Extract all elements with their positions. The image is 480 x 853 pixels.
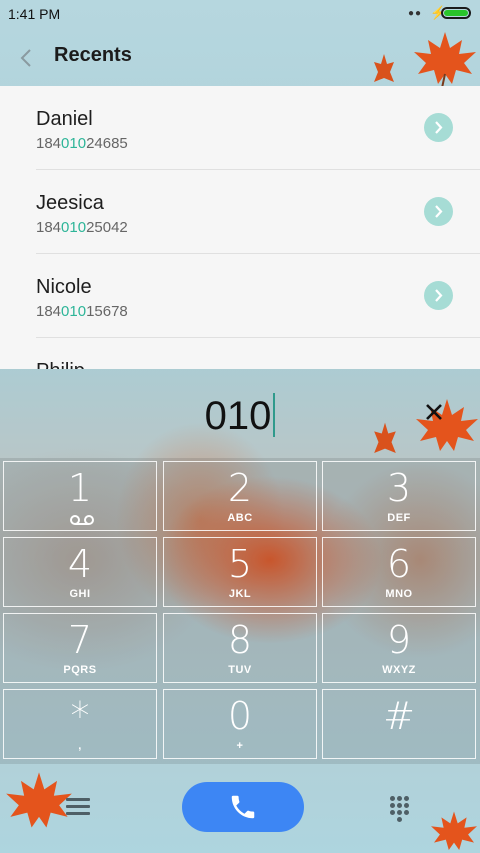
key-star[interactable]: * , xyxy=(3,689,157,759)
close-icon xyxy=(426,404,442,420)
signal-dots-icon: ●● xyxy=(408,8,423,19)
key-letters: ABC xyxy=(227,512,253,524)
key-digit: * xyxy=(70,694,90,738)
dialpad-toggle-button[interactable] xyxy=(388,794,412,822)
key-digit: 2 xyxy=(227,466,253,510)
contact-number: 18401025042 xyxy=(36,219,128,236)
key-digit: 9 xyxy=(386,618,412,662)
key-2[interactable]: 2 ABC xyxy=(163,461,317,531)
list-item-jeesica[interactable]: Jeesica 18401025042 xyxy=(0,170,480,254)
key-digit: 6 xyxy=(386,542,412,586)
key-letters: TUV xyxy=(228,664,252,676)
contact-detail-button[interactable] xyxy=(424,197,453,226)
dialpad: 1 2 ABC 3 DEF 4 GHI 5 JKL 6 MNO 7 PQRS 8… xyxy=(0,458,480,764)
page-title: Recents xyxy=(54,44,132,66)
bottom-bar xyxy=(0,764,480,853)
contact-name: Daniel xyxy=(36,108,93,130)
contact-number: 18401015678 xyxy=(36,303,128,320)
key-letters: PQRS xyxy=(63,664,97,676)
recents-list: Daniel 18401024685 Jeesica 18401025042 N… xyxy=(0,86,480,369)
key-letters: , xyxy=(78,740,82,752)
key-digit: # xyxy=(383,694,415,738)
list-item-daniel[interactable]: Daniel 18401024685 xyxy=(0,86,480,170)
key-digit: 0 xyxy=(227,694,253,738)
key-letters: JKL xyxy=(228,588,252,600)
number-match: 010 xyxy=(61,135,87,152)
status-time: 1:41 PM xyxy=(8,6,61,22)
contact-name: Jeesica xyxy=(36,192,104,214)
key-digit: 8 xyxy=(227,618,253,662)
key-digit: 7 xyxy=(67,618,93,662)
chevron-left-icon xyxy=(20,49,31,67)
phone-icon xyxy=(231,795,255,819)
app-header: Recents xyxy=(0,28,480,86)
number-prefix: 184 xyxy=(36,135,62,152)
key-letters: GHI xyxy=(69,588,91,600)
key-digit: 1 xyxy=(67,466,93,510)
contact-name: Nicole xyxy=(36,276,92,298)
key-hash[interactable]: # xyxy=(322,689,476,759)
key-letters: WXYZ xyxy=(382,664,416,676)
contact-name: Philip xyxy=(36,360,85,369)
delete-button[interactable] xyxy=(418,396,450,428)
status-bar: 1:41 PM ●● ⚡ xyxy=(0,0,480,28)
number-match: 010 xyxy=(61,219,87,236)
key-digit: 5 xyxy=(227,542,253,586)
key-5[interactable]: 5 JKL xyxy=(163,537,317,607)
key-letters: DEF xyxy=(387,512,411,524)
number-suffix: 25042 xyxy=(86,219,128,236)
key-0[interactable]: 0 + xyxy=(163,689,317,759)
chevron-right-icon xyxy=(435,205,443,218)
number-suffix: 24685 xyxy=(86,135,128,152)
contact-detail-button[interactable] xyxy=(424,281,453,310)
contact-number: 18401024685 xyxy=(36,135,128,152)
text-caret xyxy=(273,393,276,437)
key-4[interactable]: 4 GHI xyxy=(3,537,157,607)
key-letters: + xyxy=(236,740,244,752)
voicemail-icon xyxy=(70,515,94,525)
call-button[interactable] xyxy=(182,782,304,832)
dial-input-text: 010 xyxy=(204,394,272,438)
key-9[interactable]: 9 WXYZ xyxy=(322,613,476,683)
key-digit: 4 xyxy=(67,542,93,586)
key-1[interactable]: 1 xyxy=(3,461,157,531)
chevron-right-icon xyxy=(435,121,443,134)
back-button[interactable] xyxy=(10,42,42,74)
dial-input[interactable]: 010 xyxy=(0,393,480,439)
list-item-nicole[interactable]: Nicole 18401015678 xyxy=(0,254,480,338)
number-prefix: 184 xyxy=(36,219,62,236)
dial-display: 010 xyxy=(0,369,480,458)
key-7[interactable]: 7 PQRS xyxy=(3,613,157,683)
key-3[interactable]: 3 DEF xyxy=(322,461,476,531)
number-suffix: 15678 xyxy=(86,303,128,320)
key-6[interactable]: 6 MNO xyxy=(322,537,476,607)
battery-icon xyxy=(441,7,471,19)
list-item-philip[interactable]: Philip xyxy=(0,338,480,369)
chevron-right-icon xyxy=(435,289,443,302)
key-letters: MNO xyxy=(385,588,413,600)
menu-icon xyxy=(66,798,94,815)
contact-detail-button[interactable] xyxy=(424,113,453,142)
menu-button[interactable] xyxy=(66,794,94,818)
key-8[interactable]: 8 TUV xyxy=(163,613,317,683)
number-match: 010 xyxy=(61,303,87,320)
key-digit: 3 xyxy=(386,466,412,510)
number-prefix: 184 xyxy=(36,303,62,320)
